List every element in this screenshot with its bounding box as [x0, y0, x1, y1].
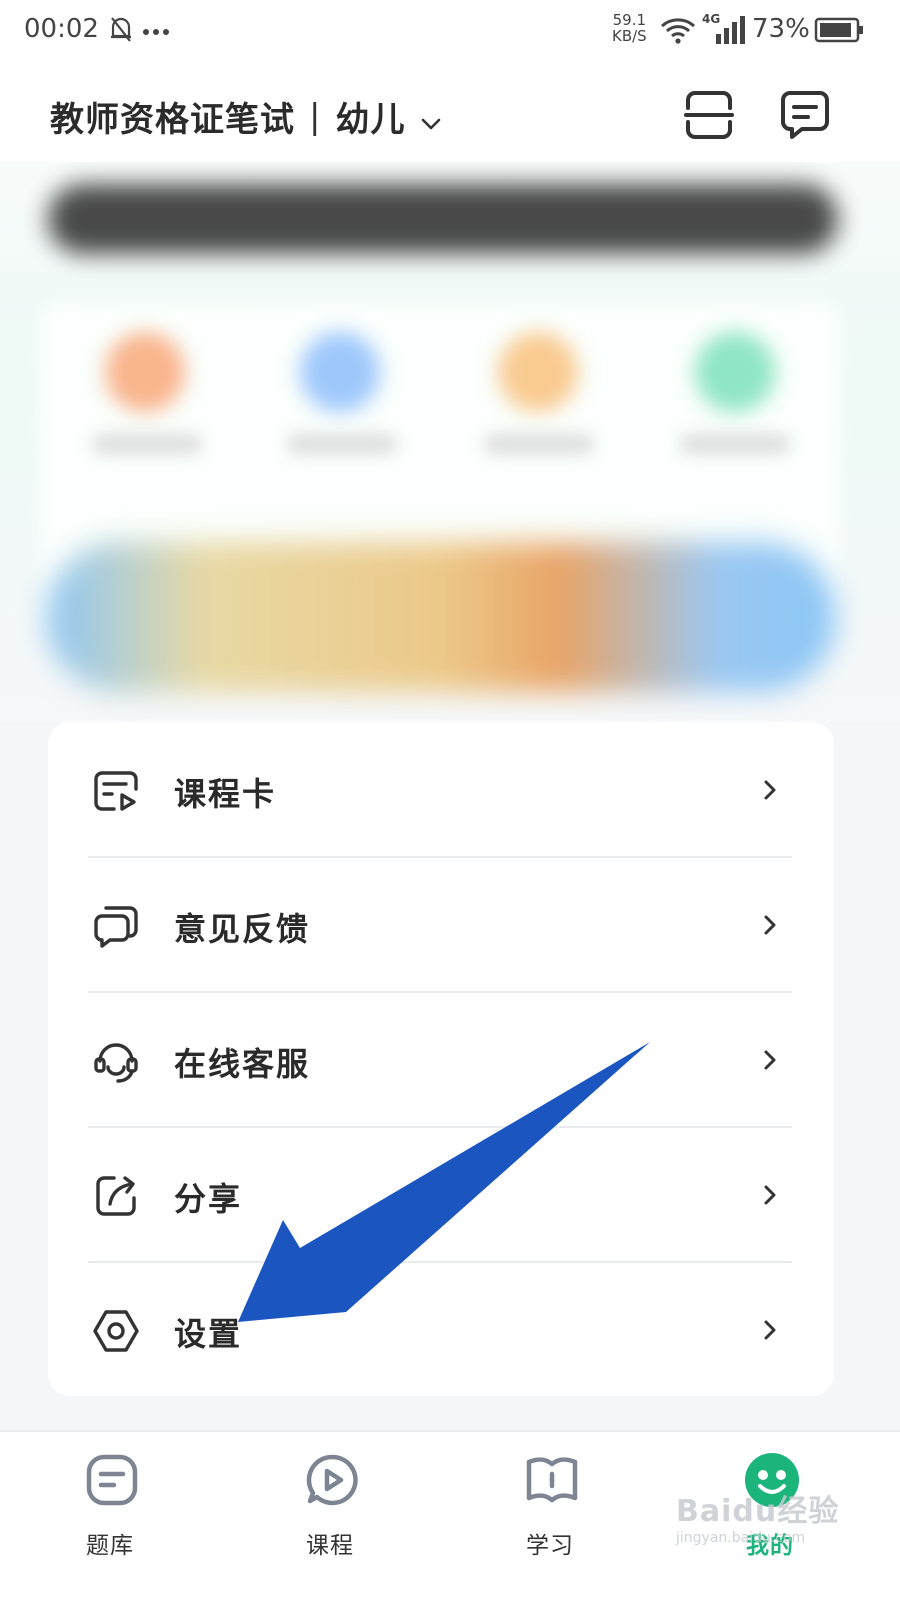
blurred-shortcut-label [484, 434, 594, 454]
menu-item-course-card[interactable]: 课程卡 [48, 722, 834, 857]
watermark-sub: jingyan.baidu.com [676, 1530, 806, 1546]
nav-label: 课程 [306, 1533, 354, 1559]
menu-item-label: 设置 [174, 1315, 243, 1353]
message-icon [781, 91, 829, 139]
blurred-shortcut-icon [300, 332, 380, 412]
question-bank-icon [84, 1452, 140, 1508]
blurred-shortcut-label [92, 434, 202, 454]
header-title: 教师资格证笔试 [50, 100, 295, 140]
blurred-shortcut-icon [695, 332, 775, 412]
baidu-watermark: Baidu经验 jingyan.baidu.com [676, 1486, 846, 1566]
battery-icon [814, 16, 864, 48]
header-separator: | [309, 96, 322, 137]
blurred-promo-banner[interactable] [46, 542, 836, 692]
scan-icon [684, 91, 734, 139]
nav-label: 学习 [526, 1533, 574, 1559]
menu-item-online-service[interactable]: 在线客服 [48, 992, 834, 1127]
net-speed: 59.1 KB/S [612, 12, 647, 44]
chevron-down-icon [419, 105, 443, 129]
menu-item-label: 课程卡 [174, 775, 277, 813]
chevron-right-icon [756, 1316, 784, 1344]
net-speed-value: 59.1 [612, 11, 647, 29]
chevron-right-icon [756, 911, 784, 939]
nav-item-courses[interactable]: 课程 [270, 1432, 390, 1600]
play-course-icon [304, 1452, 360, 1508]
chevron-right-icon [756, 776, 784, 804]
menu-item-feedback[interactable]: 意见反馈 [48, 857, 834, 992]
settings-hexagon-icon [92, 1307, 140, 1355]
watermark-main: Baidu经验 [676, 1494, 840, 1529]
headset-icon [92, 1037, 140, 1085]
blurred-shortcut-label [287, 434, 397, 454]
wifi-icon [660, 16, 696, 48]
nav-label: 题库 [86, 1533, 134, 1559]
feedback-icon [92, 902, 140, 950]
menu-item-label: 意见反馈 [174, 910, 311, 948]
app-header: 教师资格证笔试 | 幼儿 [0, 64, 900, 162]
bell-muted-icon [108, 14, 134, 48]
blurred-shortcut-label [680, 434, 790, 454]
battery-percent: 73% [752, 14, 810, 44]
share-icon [92, 1172, 140, 1220]
nav-item-question-bank[interactable]: 题库 [50, 1432, 170, 1600]
menu-item-label: 分享 [174, 1180, 243, 1218]
more-dots-icon [142, 22, 170, 41]
blurred-banner-bar [48, 184, 838, 254]
book-icon [524, 1452, 580, 1508]
status-bar: 00:02 59.1 KB/S 4G 73% [0, 0, 900, 64]
scan-button[interactable] [684, 90, 734, 140]
blurred-shortcut-icon [498, 332, 578, 412]
nav-item-study[interactable]: 学习 [490, 1432, 610, 1600]
blurred-content-area [0, 162, 900, 722]
course-card-icon [92, 767, 140, 815]
menu-item-share[interactable]: 分享 [48, 1127, 834, 1262]
header-subtitle: 幼儿 [335, 100, 406, 140]
menu-item-settings[interactable]: 设置 [48, 1262, 834, 1397]
message-button[interactable] [780, 90, 830, 140]
chevron-right-icon [756, 1046, 784, 1074]
status-time: 00:02 [24, 14, 99, 44]
exam-selector[interactable]: 教师资格证笔试 | 幼儿 [50, 92, 443, 141]
blurred-shortcut-icon [105, 332, 185, 412]
chevron-right-icon [756, 1181, 784, 1209]
menu-card: 课程卡 意见反馈 在线客服 分享 设置 [48, 722, 834, 1396]
menu-item-label: 在线客服 [174, 1045, 311, 1083]
net-speed-unit: KB/S [612, 27, 647, 45]
